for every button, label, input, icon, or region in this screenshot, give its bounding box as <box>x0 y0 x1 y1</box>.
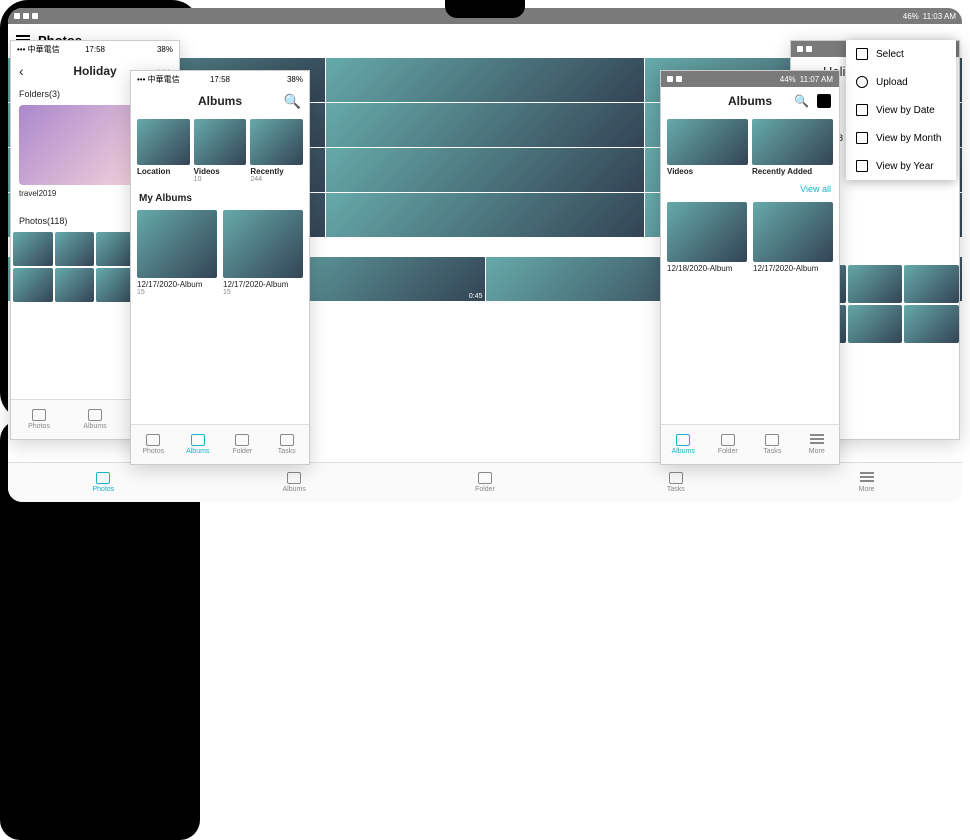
tab-more[interactable]: More <box>795 425 840 464</box>
folder-icon <box>721 434 735 446</box>
photo-thumb[interactable] <box>326 103 643 147</box>
battery-label: 44% <box>780 75 796 84</box>
menu-view-by-date[interactable]: View by Date <box>846 96 956 124</box>
status-icon <box>797 46 803 52</box>
status-bar: 44% 11:07 AM <box>661 71 839 87</box>
my-album-card[interactable]: 12/17/2020-Album <box>753 202 833 273</box>
photo-thumb[interactable] <box>904 305 959 343</box>
my-album-card[interactable]: 12/17/2020-Album15 <box>137 210 217 296</box>
tab-tasks[interactable]: Tasks <box>265 425 310 464</box>
tab-photos[interactable]: Photos <box>11 400 67 439</box>
menu-select[interactable]: Select <box>846 40 956 68</box>
menu-view-by-month[interactable]: View by Month <box>846 124 956 152</box>
status-icon <box>14 13 20 19</box>
photo-thumb[interactable] <box>55 268 95 302</box>
tasks-icon <box>280 434 294 446</box>
clock: 11:03 AM <box>923 12 956 21</box>
header: Albums 🔍 <box>131 87 309 115</box>
photo-thumb[interactable] <box>848 265 903 303</box>
tasks-icon <box>669 472 683 484</box>
tab-folder[interactable]: Folder <box>220 425 265 464</box>
albums-icon <box>191 434 205 446</box>
photos-icon <box>32 409 46 421</box>
tab-folder[interactable]: Folder <box>706 425 751 464</box>
tab-photos[interactable]: Photos <box>131 425 176 464</box>
grid-icon <box>856 132 868 144</box>
photo-thumb[interactable] <box>848 305 903 343</box>
clock: 17:58 <box>11 45 179 54</box>
photos-icon <box>96 472 110 484</box>
screen-albums-android: 44% 11:07 AM Albums 🔍 Videos Recently Add… <box>660 70 840 465</box>
albums-icon <box>676 434 690 446</box>
tab-albums[interactable]: Albums <box>661 425 706 464</box>
status-icon <box>806 46 812 52</box>
grid-icon <box>856 104 868 116</box>
photo-thumb[interactable] <box>904 265 959 303</box>
grid-icon <box>856 160 868 172</box>
search-icon[interactable]: 🔍 <box>794 94 809 108</box>
folder-icon <box>478 472 492 484</box>
cast-icon[interactable] <box>817 94 831 108</box>
tab-albums[interactable]: Albums <box>199 463 390 502</box>
albums-icon <box>287 472 301 484</box>
my-album-card[interactable]: 12/17/2020-Album15 <box>223 210 303 296</box>
tab-tasks[interactable]: Tasks <box>580 463 771 502</box>
tab-albums[interactable]: Albums <box>176 425 221 464</box>
photo-thumb[interactable] <box>326 193 643 237</box>
more-icon <box>810 434 824 446</box>
tab-bar: Photos Albums Folder Tasks <box>131 424 309 464</box>
folder-icon <box>235 434 249 446</box>
tab-folder[interactable]: Folder <box>390 463 581 502</box>
my-albums-label: My Albums <box>131 187 309 206</box>
tab-bar: Photos Albums Folder Tasks More <box>8 462 962 502</box>
photo-thumb[interactable] <box>13 268 53 302</box>
battery-label: 46% <box>903 12 919 21</box>
screen-photos-android-menu: 46%11:03 AM Photos Select Upload View by… <box>0 420 200 840</box>
camera-icon <box>856 76 868 88</box>
tab-albums[interactable]: Albums <box>67 400 123 439</box>
album-card[interactable]: Recently244 <box>250 119 303 183</box>
albums-icon <box>88 409 102 421</box>
tab-tasks[interactable]: Tasks <box>750 425 795 464</box>
status-bar: ••• 中華電信 17:58 38% <box>11 41 179 57</box>
status-bar: ••• 中華電信 17:58 38% <box>131 71 309 87</box>
screen-albums-ios: ••• 中華電信 17:58 38% Albums 🔍 Location Vid… <box>130 70 310 465</box>
my-album-card[interactable]: 12/18/2020-Album <box>667 202 747 273</box>
page-title: Albums <box>131 94 309 108</box>
album-card[interactable]: Videos <box>667 119 748 176</box>
photo-thumb[interactable] <box>55 232 95 266</box>
select-icon <box>856 48 868 60</box>
status-icon <box>667 76 673 82</box>
menu-view-by-year[interactable]: View by Year <box>846 152 956 180</box>
clock: 17:58 <box>131 75 309 84</box>
header: Albums 🔍 <box>661 87 839 115</box>
photo-thumb[interactable] <box>326 58 643 102</box>
clock: 11:07 AM <box>800 75 833 84</box>
more-icon <box>860 472 874 484</box>
dropdown-menu: Select Upload View by Date View by Month… <box>846 40 956 180</box>
notch <box>445 0 525 18</box>
page-title: Albums <box>661 94 839 108</box>
status-icon <box>32 13 38 19</box>
back-button[interactable]: ‹ <box>19 63 24 79</box>
tab-bar: Albums Folder Tasks More <box>661 424 839 464</box>
photos-icon <box>146 434 160 446</box>
photo-thumb[interactable] <box>326 148 643 192</box>
tab-more[interactable]: More <box>771 463 962 502</box>
search-icon[interactable]: 🔍 <box>284 93 301 110</box>
status-icon <box>676 76 682 82</box>
menu-upload[interactable]: Upload <box>846 68 956 96</box>
tasks-icon <box>765 434 779 446</box>
tab-photos[interactable]: Photos <box>8 463 199 502</box>
photo-thumb[interactable] <box>13 232 53 266</box>
view-all-link[interactable]: View all <box>661 180 839 198</box>
status-icon <box>23 13 29 19</box>
album-card[interactable]: Videos10 <box>194 119 247 183</box>
album-card[interactable]: Location <box>137 119 190 183</box>
album-card[interactable]: Recently Added <box>752 119 833 176</box>
